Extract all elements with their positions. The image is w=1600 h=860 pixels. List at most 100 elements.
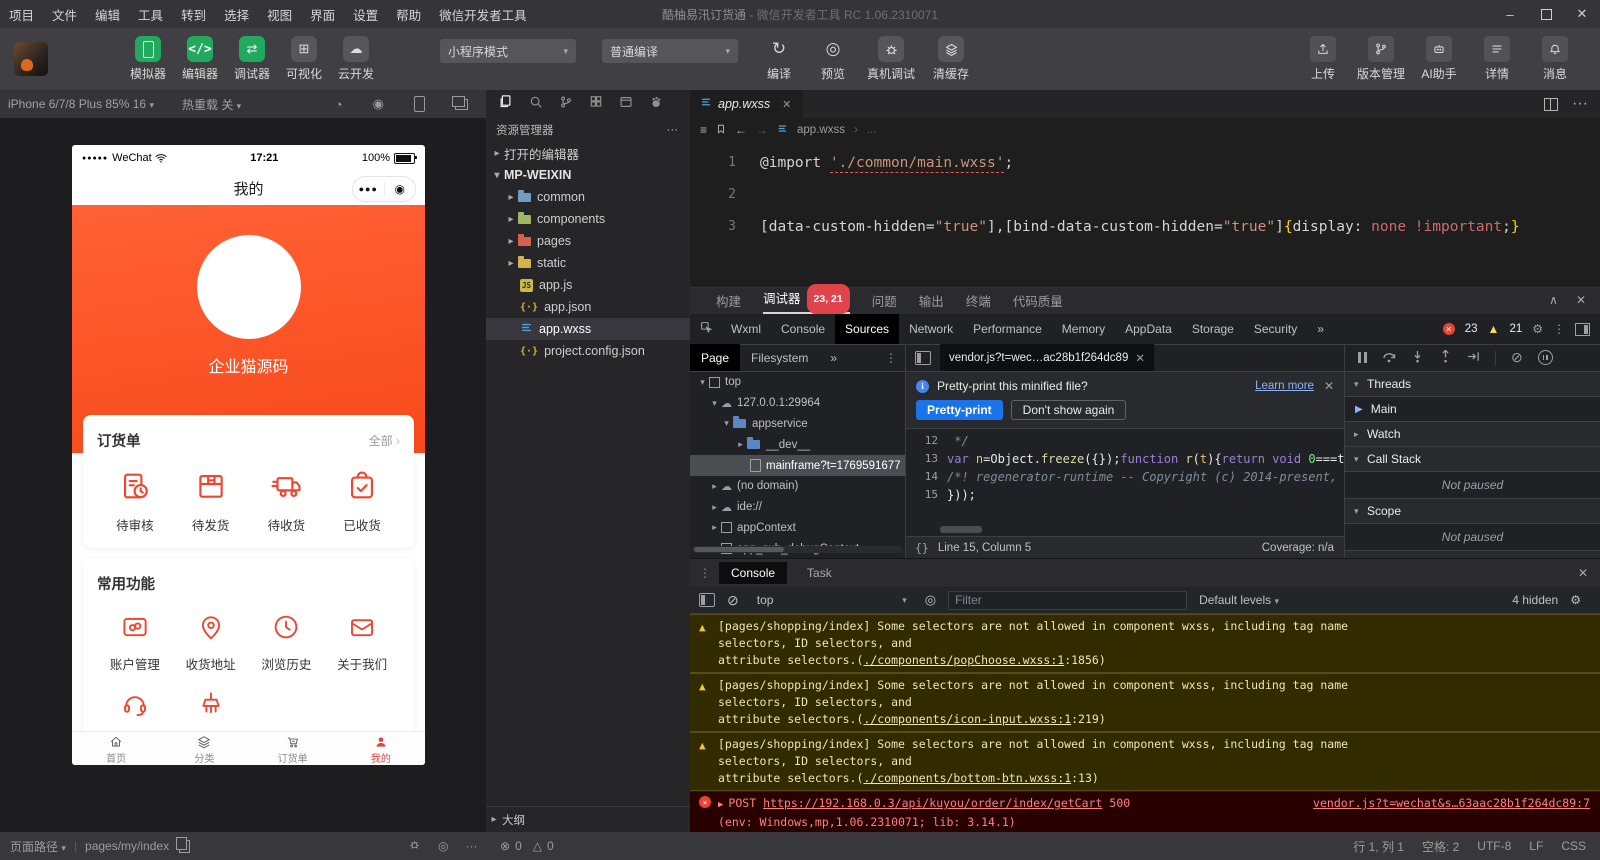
upload-button[interactable]: 上传: [1294, 36, 1352, 82]
clear-cache-button[interactable]: 清缓存: [922, 36, 980, 82]
tree-folder-pages[interactable]: ▸ pages: [486, 230, 690, 252]
split-editor-icon[interactable]: [1544, 97, 1559, 111]
mode-select[interactable]: 小程序模式 ▾: [440, 39, 576, 63]
kebab-icon[interactable]: ⋮: [699, 566, 711, 580]
kebab-icon[interactable]: ⋮: [885, 351, 897, 365]
func-address[interactable]: 收货地址: [173, 612, 249, 673]
hand-icon[interactable]: [649, 95, 663, 114]
order-item-pending-ship[interactable]: 待发货: [173, 469, 249, 534]
step-out-icon[interactable]: [1439, 348, 1452, 366]
tree-file-app-js[interactable]: JS app.js: [486, 274, 690, 296]
breadcrumb[interactable]: app.wxss: [797, 124, 845, 136]
devtools-tab-sources[interactable]: Sources: [835, 314, 900, 344]
indent-setting[interactable]: 空格: 2: [1422, 838, 1459, 855]
src-node-nodomain[interactable]: ▸ ☁ (no domain): [690, 476, 905, 497]
gear-icon[interactable]: ⚙: [1570, 593, 1581, 607]
close-icon[interactable]: ✕: [1324, 379, 1334, 393]
section-watch[interactable]: ▸ Watch: [1345, 422, 1600, 447]
tree-file-app-wxss[interactable]: app.wxss: [486, 318, 690, 340]
step-into-icon[interactable]: [1411, 350, 1424, 366]
devtools-tab-network[interactable]: Network: [899, 314, 963, 344]
more-icon[interactable]: ···: [1572, 95, 1588, 113]
hot-reload-toggle[interactable]: 热重载 关 ▾: [182, 96, 241, 113]
order-all-link[interactable]: 全部 ›: [369, 432, 400, 449]
encoding-setting[interactable]: UTF-8: [1477, 839, 1511, 853]
tabs-overflow-icon[interactable]: »: [819, 344, 848, 371]
cloud-dev-button[interactable]: ☁ 云开发: [330, 36, 382, 82]
section-threads[interactable]: ▾ Threads: [1345, 372, 1600, 397]
devtools-tab-security[interactable]: Security: [1244, 314, 1307, 344]
menu-devtools[interactable]: 微信开发者工具: [430, 5, 536, 24]
tree-folder-components[interactable]: ▸ components: [486, 208, 690, 230]
menu-help[interactable]: 帮助: [387, 5, 430, 24]
tab-orders[interactable]: 订货单: [249, 732, 337, 765]
tab-app-wxss[interactable]: app.wxss ✕: [690, 90, 803, 118]
menu-tools[interactable]: 工具: [129, 5, 172, 24]
bookmark-icon[interactable]: [716, 123, 726, 138]
warning-count-icon[interactable]: ▲: [1488, 322, 1500, 336]
eol-setting[interactable]: LF: [1529, 839, 1543, 853]
kebab-icon[interactable]: ⋮: [1553, 322, 1565, 336]
maximize-button[interactable]: [1528, 0, 1564, 28]
toggle-navigator-icon[interactable]: [915, 350, 931, 365]
device-select[interactable]: iPhone 6/7/8 Plus 85% 16 ▾: [0, 97, 154, 111]
close-icon[interactable]: ✕: [782, 98, 791, 111]
src-node-top[interactable]: ▾ top: [690, 372, 905, 393]
close-button[interactable]: ✕: [1564, 0, 1600, 28]
minified-source-code[interactable]: 12 */ 13 var n=Object.freeze({});function…: [906, 429, 1344, 536]
cursor-position[interactable]: 行 1, 列 1: [1353, 838, 1404, 855]
devtools-tab-memory[interactable]: Memory: [1052, 314, 1115, 344]
simulator-toggle-button[interactable]: 模拟器: [122, 36, 174, 82]
dont-show-again-button[interactable]: Don't show again: [1010, 400, 1127, 420]
console-warning[interactable]: ▲ [pages/shopping/index] Some selectors …: [690, 732, 1600, 791]
tree-folder-static[interactable]: ▸ static: [486, 252, 690, 274]
page-path-select[interactable]: 页面路径 ▾: [10, 838, 66, 855]
tree-root[interactable]: ▾ MP-WEIXIN: [486, 164, 690, 186]
close-icon[interactable]: ✕: [1135, 351, 1145, 365]
code-editor[interactable]: 1 @import './common/main.wxss'; 2 3 [data-…: [690, 142, 1600, 290]
menu-settings[interactable]: 设置: [344, 5, 387, 24]
compile-mode-select[interactable]: 普通编译 ▾: [602, 39, 738, 63]
ai-assistant-button[interactable]: AI助手: [1410, 36, 1468, 82]
copy-icon[interactable]: [176, 836, 191, 853]
tree-file-app-json[interactable]: {·} app.json: [486, 296, 690, 318]
src-node-appservice[interactable]: ▾ appservice: [690, 414, 905, 435]
record-icon[interactable]: ◉: [373, 96, 384, 112]
git-icon[interactable]: [559, 95, 573, 114]
expand-icon[interactable]: ▶: [718, 800, 723, 810]
tree-file-project-config[interactable]: {·} project.config.json: [486, 340, 690, 362]
preview-button[interactable]: ◎ 预览: [806, 36, 860, 82]
dock-tab-output[interactable]: 输出: [919, 291, 944, 310]
request-url-link[interactable]: https://192.168.0.3/api/kuyou/order/inde…: [763, 796, 1102, 810]
bug-icon[interactable]: [408, 838, 421, 854]
gear-icon[interactable]: ⚙: [1532, 322, 1543, 336]
multi-window-icon[interactable]: [452, 95, 468, 110]
console-warning[interactable]: ▲ [pages/shopping/index] Some selectors …: [690, 673, 1600, 732]
source-link[interactable]: ./components/bottom-btn.wxss:1: [863, 771, 1071, 785]
order-item-pending-receive[interactable]: 待收货: [249, 469, 325, 534]
devtools-tab-wxml[interactable]: Wxml: [721, 314, 771, 344]
tab-category[interactable]: 分类: [160, 732, 248, 765]
more-icon[interactable]: ···: [465, 839, 477, 853]
file-tab-vendor-js[interactable]: vendor.js?t=wec…ac28b1f264dc89 ✕: [940, 344, 1154, 371]
func-account[interactable]: 账户管理: [97, 612, 173, 673]
devtools-tab-storage[interactable]: Storage: [1182, 314, 1244, 344]
rotate-icon[interactable]: ◔: [335, 97, 343, 112]
devtools-tab-console[interactable]: Console: [771, 314, 835, 344]
back-icon[interactable]: ←: [735, 123, 747, 137]
more-icon[interactable]: ···: [667, 124, 679, 136]
device-frame-icon[interactable]: [414, 96, 425, 112]
levels-select[interactable]: Default levels ▾: [1199, 593, 1279, 607]
order-item-pending-audit[interactable]: 待审核: [97, 469, 173, 534]
src-node-ide[interactable]: ▸ ☁ ide://: [690, 497, 905, 518]
device-debug-button[interactable]: 真机调试: [860, 36, 922, 82]
eye-icon[interactable]: ◎: [438, 839, 448, 853]
console-sidebar-icon[interactable]: [699, 593, 715, 607]
console-tab[interactable]: Console: [719, 562, 788, 584]
files-icon[interactable]: [498, 94, 513, 114]
source-link[interactable]: ./components/icon-input.wxss:1: [863, 712, 1071, 726]
compile-button[interactable]: ↻ 编译: [752, 36, 806, 82]
pause-icon[interactable]: [1358, 352, 1367, 363]
dock-tab-build[interactable]: 构建: [716, 291, 741, 310]
inspect-icon[interactable]: [700, 321, 713, 337]
